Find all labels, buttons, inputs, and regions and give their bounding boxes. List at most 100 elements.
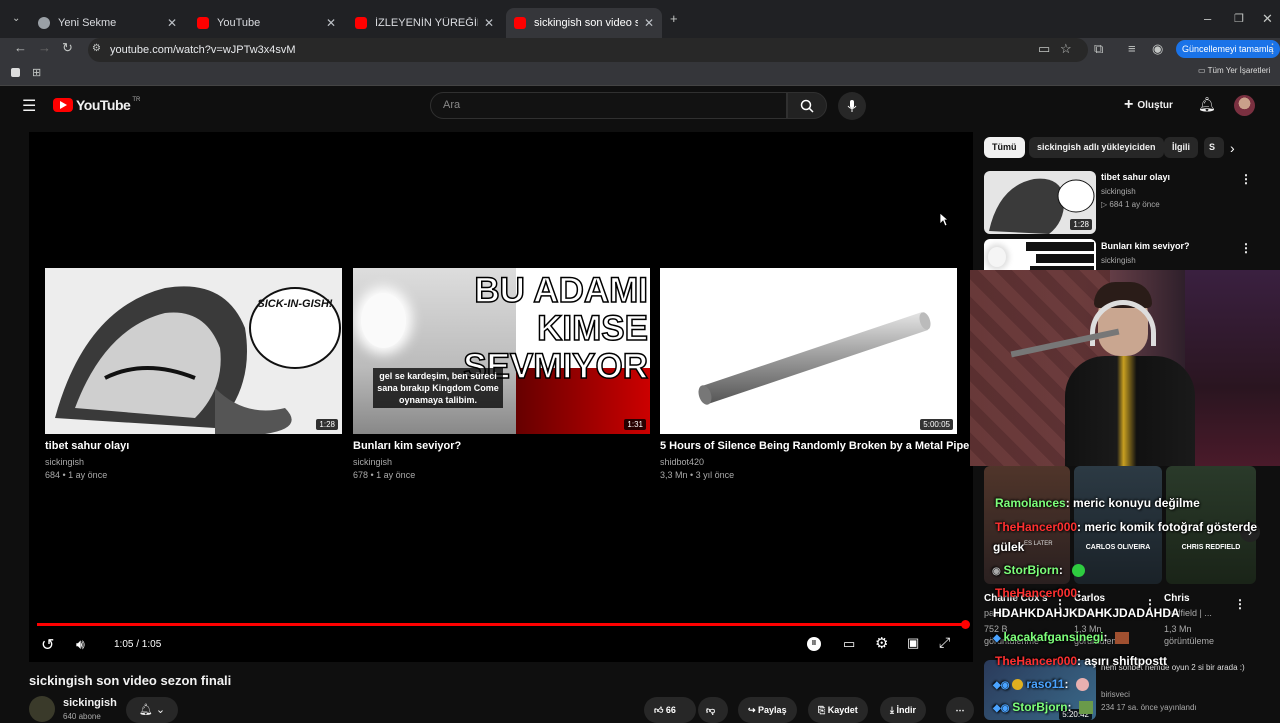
share-button[interactable]: ↪ Paylaş	[738, 697, 797, 723]
close-tab-icon[interactable]: ✕	[484, 16, 494, 30]
sidebar-more-icon-2[interactable]: ⋮	[1240, 241, 1252, 255]
notifications-bell-icon[interactable]: 🔔︎	[1198, 96, 1216, 113]
sidebar-thumb-1[interactable]: 1:28	[984, 171, 1096, 234]
update-button[interactable]: Güncellemeyi tamamla	[1176, 40, 1280, 58]
sidebar-title-1[interactable]: tibet sahur olayı	[1101, 172, 1170, 182]
endcard-channel-2: sickingish	[353, 457, 393, 467]
search-button[interactable]	[787, 92, 827, 119]
minimize-icon[interactable]: –	[1204, 7, 1211, 31]
tab-active-video[interactable]: sickingish son video sezon finali ✕	[506, 8, 662, 38]
chat-line: ◆ kacakafgansinegi:	[993, 630, 1129, 644]
download-button[interactable]: ⤓ İndir	[880, 697, 926, 723]
bookmark-item-icon[interactable]	[11, 68, 20, 77]
sidebar-meta-1: ▷ 684 1 ay önce	[1101, 200, 1160, 209]
search-input[interactable]: Ara	[430, 92, 787, 119]
thumbs-up-icon: 👍︎	[654, 705, 664, 715]
maximize-icon[interactable]: ❐	[1234, 7, 1244, 31]
install-app-icon[interactable]: ▭	[1038, 37, 1050, 61]
subscribed-button[interactable]: 🔔︎ ⌄	[126, 697, 178, 723]
region-code: TR	[132, 97, 141, 103]
endcard-title-1[interactable]: tibet sahur olayı	[45, 440, 129, 452]
endcard-title-3[interactable]: 5 Hours of Silence Being Randomly Broken…	[660, 440, 969, 452]
miniplayer-icon[interactable]: ▣	[907, 635, 919, 651]
progress-bar[interactable]	[37, 623, 965, 626]
dislike-button[interactable]: 👎︎	[698, 697, 728, 723]
thumb-label-3: CHRIS REDFIELD	[1181, 544, 1241, 551]
address-bar[interactable]: youtube.com/watch?v=wJPTw3x4svM	[88, 38, 1088, 62]
channel-avatar[interactable]	[29, 696, 55, 722]
progress-scrubber[interactable]	[961, 620, 970, 629]
profile-icon[interactable]: ◉	[1152, 37, 1163, 61]
chat-line: gülek	[993, 540, 1024, 554]
sidebar-thumb-2[interactable]	[984, 239, 1096, 270]
chat-message: gülek	[993, 540, 1025, 554]
video-player[interactable]: SICK-IN-GISH! 1:28 BU ADAMI KIMSE SEVMIY…	[29, 132, 973, 662]
tab-youtube[interactable]: YouTube ✕	[189, 8, 344, 38]
close-tab-icon[interactable]: ✕	[167, 16, 177, 30]
settings-gear-icon[interactable]: ⚙	[875, 634, 888, 652]
replay-icon[interactable]: ↺	[41, 635, 54, 655]
streamer-shirt	[1065, 356, 1195, 466]
chat-line: TheHancer000:	[995, 586, 1081, 600]
apps-icon[interactable]: ⊞	[32, 61, 41, 85]
guide-menu-icon[interactable]: ☰	[22, 96, 36, 116]
bookmarks-bar	[0, 62, 1280, 86]
site-info-icon[interactable]: ⚙	[92, 37, 101, 61]
autoplay-toggle-icon[interactable]: II	[807, 637, 821, 651]
lower-more-icon-3[interactable]: ⋮	[1234, 597, 1246, 611]
endcard-video-2[interactable]: BU ADAMI KIMSE SEVMIYOR gel se kardeşim,…	[353, 268, 650, 434]
chip-from-uploader[interactable]: sickingish adlı yükleyiciden	[1029, 137, 1164, 158]
sidebar-meta-text: 684 1 ay önce	[1109, 200, 1160, 209]
all-bookmarks-label: Tüm Yer İşaretleri	[1207, 66, 1271, 75]
avatar[interactable]	[1234, 95, 1255, 116]
endcard-video-1[interactable]: SICK-IN-GISH! 1:28	[45, 268, 342, 434]
back-icon[interactable]: ←	[14, 36, 27, 60]
bookmark-star-icon[interactable]: ☆	[1060, 37, 1072, 61]
media-icon[interactable]: ≡	[1128, 37, 1136, 61]
sidebar-more-icon-1[interactable]: ⋮	[1240, 172, 1252, 186]
sidebar-title-2[interactable]: Bunları kim seviyor?	[1101, 241, 1190, 251]
thumb-label-2: CARLOS OLIVEIRA	[1085, 544, 1151, 551]
folder-icon: ▭	[1198, 66, 1208, 75]
close-tab-icon[interactable]: ✕	[326, 16, 336, 30]
tab-title: sickingish son video sezon finali	[534, 17, 638, 29]
channel-name[interactable]: sickingish	[63, 697, 117, 709]
create-button[interactable]: + Oluştur	[1124, 96, 1173, 114]
youtube-logo[interactable]: YouTube TR	[53, 97, 140, 113]
chat-line: TheHancer000: meric komik fotoğraf göste…	[995, 520, 1257, 534]
chip-related[interactable]: İlgili	[1164, 137, 1198, 158]
emote-icon	[1072, 564, 1086, 578]
chips-next-chevron-icon[interactable]: ›	[1230, 140, 1235, 156]
menu-icon[interactable]: ⋮	[1266, 37, 1279, 61]
forward-icon[interactable]: →	[38, 36, 51, 60]
new-tab-icon[interactable]: +	[670, 7, 678, 31]
close-tab-icon[interactable]: ✕	[644, 16, 654, 30]
tab-video-2[interactable]: İZLEYENİN YÜREĞİNİ HOPLATA ✕	[347, 8, 502, 38]
subtitles-icon[interactable]: ▭	[843, 636, 855, 652]
blurred-face-small	[988, 247, 1006, 267]
reload-icon[interactable]: ↻	[62, 36, 73, 60]
tab-new-tab[interactable]: Yeni Sekme ✕	[30, 8, 185, 38]
chat-user: StorBjorn	[1012, 700, 1068, 714]
thumbs-down-icon: 👎︎	[706, 705, 716, 715]
chat-message: :	[1103, 630, 1108, 644]
all-bookmarks[interactable]: ▭ Tüm Yer İşaretleri	[1198, 66, 1270, 75]
chat-line: Ramolances: meric konuyu değilme	[995, 496, 1200, 510]
voice-search-button[interactable]	[838, 92, 866, 120]
save-button[interactable]: ⎘ Kaydet	[808, 697, 868, 723]
fullscreen-icon[interactable]: ⤢	[939, 634, 950, 651]
extensions-icon[interactable]: ⧉	[1094, 37, 1103, 61]
chip-more[interactable]: S	[1204, 137, 1224, 158]
close-window-icon[interactable]: ✕	[1262, 7, 1273, 31]
search-icon	[800, 99, 814, 113]
more-actions-button[interactable]: ⋯	[946, 697, 974, 723]
endcard-video-3[interactable]: 5:00:05	[660, 268, 957, 434]
endcard-channel-1: sickingish	[45, 457, 85, 467]
search-placeholder: Ara	[443, 99, 461, 111]
lower-title-3[interactable]: Chris	[1164, 593, 1190, 604]
tab-search-icon[interactable]: ⌄	[12, 7, 20, 31]
endcard-title-2[interactable]: Bunları kim seviyor?	[353, 440, 461, 452]
chip-all[interactable]: Tümü	[984, 137, 1025, 158]
volume-icon[interactable]: 🔊︎	[76, 636, 85, 653]
like-button[interactable]: 👍︎ 66	[644, 697, 696, 723]
